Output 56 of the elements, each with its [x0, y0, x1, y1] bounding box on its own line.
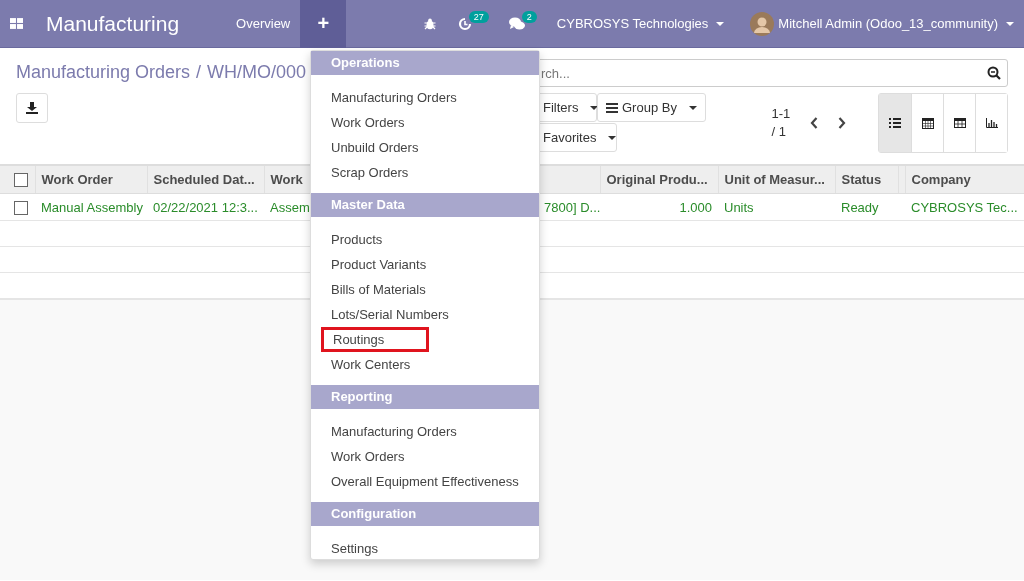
menu-item[interactable]: Manufacturing Orders — [311, 419, 539, 444]
breadcrumb-link[interactable]: Manufacturing Orders — [16, 62, 191, 83]
menu-section-header: Operations — [311, 51, 539, 75]
graph-view-button[interactable] — [975, 94, 1007, 152]
breadcrumb-separator: / — [196, 62, 202, 83]
download-icon — [26, 102, 38, 114]
table-cell: CYBROSYS Tec... — [911, 199, 1018, 215]
calendar-icon — [921, 117, 934, 129]
menu-lines-icon — [606, 102, 618, 113]
apps-menu-icon[interactable] — [10, 18, 23, 29]
menu-item[interactable]: Work Centers — [311, 352, 539, 377]
bar-chart-icon — [985, 118, 998, 128]
menu-item[interactable]: Lots/Serial Numbers — [311, 302, 539, 327]
search-icon[interactable] — [987, 66, 1001, 80]
table-cell: 1.000 — [679, 199, 712, 215]
table-cell: 02/22/2021 12:3... — [153, 199, 258, 215]
next-page-icon[interactable] — [838, 117, 847, 129]
filter-dropdown-button[interactable]: Group By — [597, 93, 706, 122]
avatar-icon — [750, 11, 775, 36]
menu-section-header: Reporting — [311, 385, 539, 409]
table-icon — [953, 118, 966, 128]
menu-item[interactable]: Scrap Orders — [311, 160, 539, 185]
menu-item[interactable]: Bills of Materials — [311, 277, 539, 302]
column-header[interactable]: Work — [270, 172, 303, 187]
menu-item[interactable]: Settings — [311, 536, 539, 561]
table-cell: 7800] D... — [544, 199, 600, 215]
add-menu-button[interactable]: + — [300, 0, 347, 48]
row-checkbox[interactable] — [14, 200, 28, 215]
table-cell: Ready — [841, 199, 879, 215]
select-all-checkbox[interactable] — [14, 173, 28, 188]
list-view-button[interactable] — [879, 94, 911, 152]
table-cell: Manual Assembly — [41, 199, 143, 215]
menu-item[interactable]: Work Orders — [311, 444, 539, 469]
app-title: Manufacturing — [46, 11, 180, 36]
menu-item[interactable]: Overall Equipment Effectiveness — [311, 469, 539, 494]
list-icon — [889, 118, 901, 128]
menu-section-header: Master Data — [311, 193, 539, 217]
company-switcher[interactable]: CYBROSYS Technologies — [556, 16, 725, 31]
pager-total: / 1 — [771, 123, 787, 141]
table-cell: Assem — [270, 199, 310, 215]
activity-count-badge: 27 — [468, 10, 489, 23]
breadcrumb-current: WH/MO/000 — [207, 62, 307, 83]
download-button[interactable] — [16, 93, 48, 123]
menu-item[interactable]: Product Variants — [311, 252, 539, 277]
menu-item[interactable]: Products — [311, 227, 539, 252]
chat-icon[interactable] — [508, 16, 525, 31]
menu-item[interactable]: Routings — [321, 327, 429, 352]
user-menu[interactable]: Mitchell Admin (Odoo_13_community) — [778, 16, 1014, 31]
nav-link[interactable]: Overview — [236, 16, 291, 31]
bug-icon[interactable] — [423, 17, 436, 30]
activity-clock-icon[interactable] — [457, 16, 472, 31]
menu-section-header: Configuration — [311, 502, 539, 526]
message-count-badge: 2 — [521, 10, 537, 23]
table-cell: Units — [724, 199, 754, 215]
pager-range: 1-1 — [771, 105, 791, 123]
previous-page-icon[interactable] — [810, 117, 819, 129]
